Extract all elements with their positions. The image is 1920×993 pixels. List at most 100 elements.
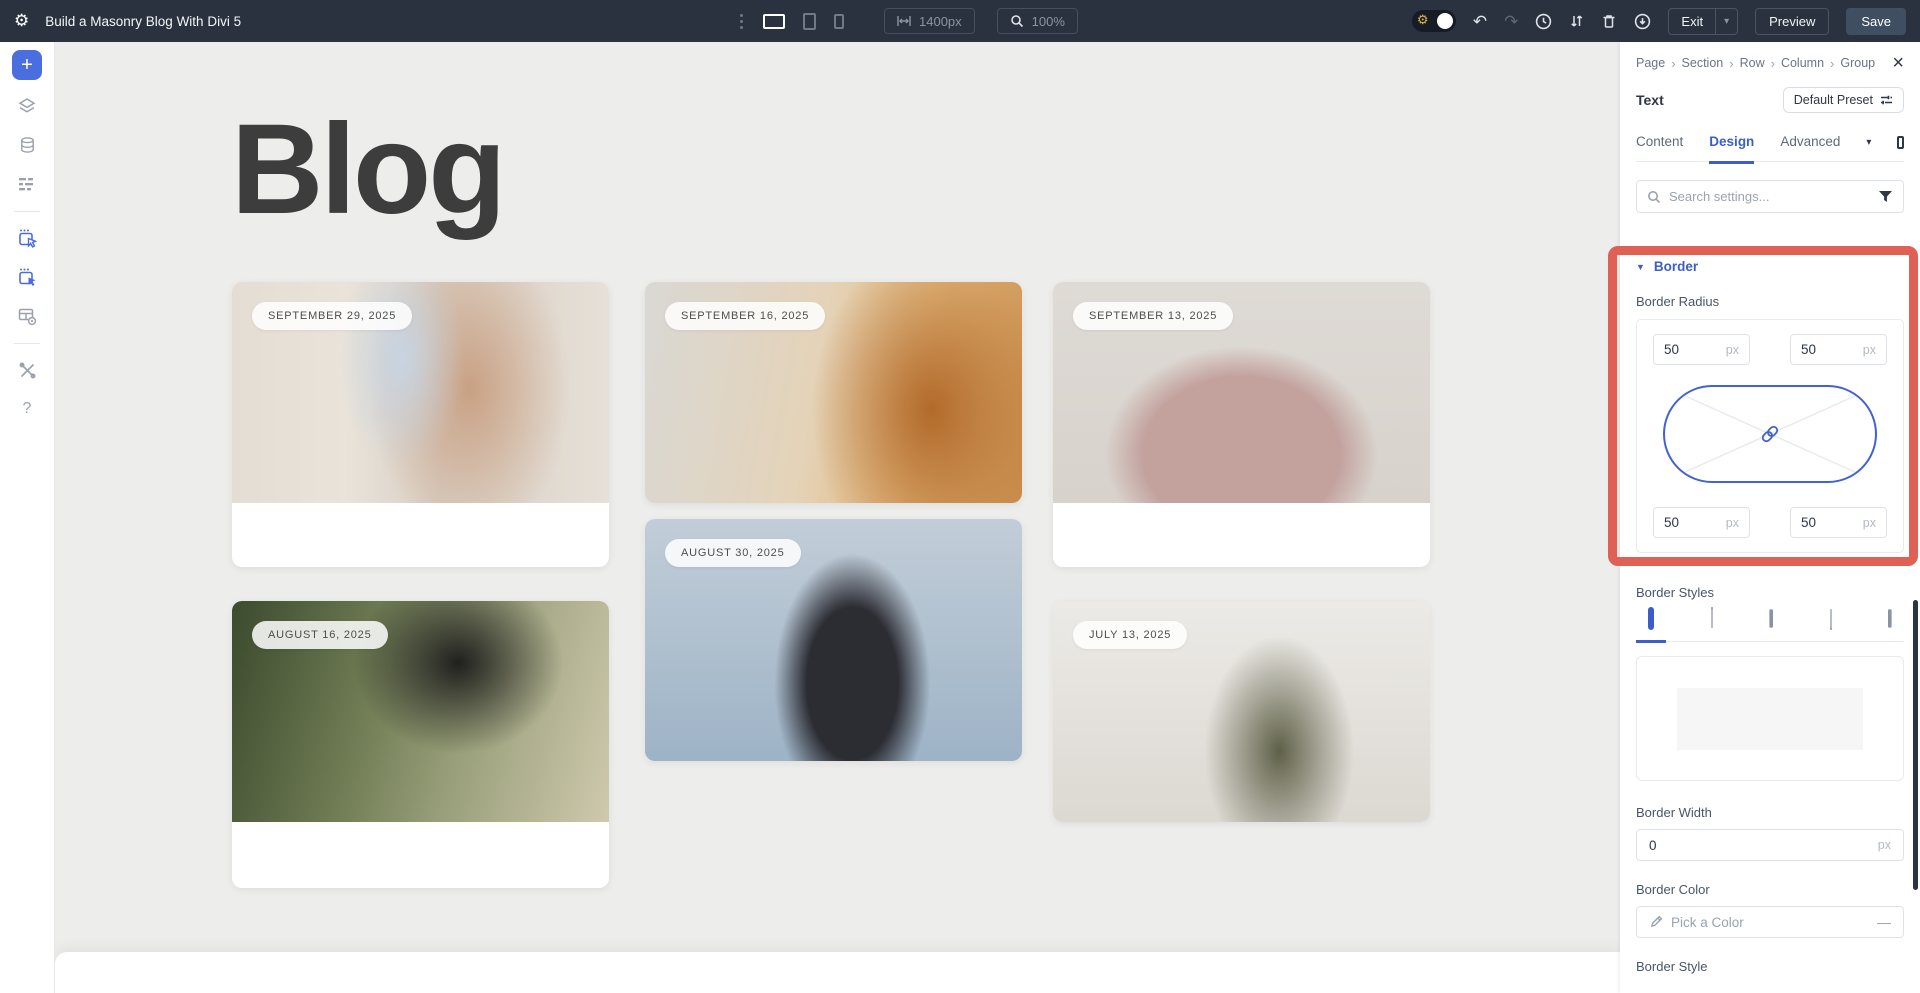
post-image: JULY 13, 2025	[1053, 601, 1430, 822]
preset-sliders-icon	[1880, 94, 1893, 106]
border-preview-swatch	[1677, 688, 1863, 750]
page-title: Build a Masonry Blog With Divi 5	[45, 14, 241, 29]
add-module-button[interactable]: +	[12, 50, 42, 80]
radius-bottom-left-input[interactable]	[1664, 515, 1704, 530]
tablet-view-icon[interactable]	[803, 13, 816, 30]
radius-top-left-field[interactable]: px	[1653, 334, 1750, 365]
post-image: SEPTEMBER 13, 2025	[1053, 282, 1430, 503]
search-input[interactable]	[1669, 189, 1870, 204]
radius-top-right-input[interactable]	[1801, 342, 1841, 357]
click-select-module-icon[interactable]	[12, 264, 42, 290]
radius-bottom-right-input[interactable]	[1801, 515, 1841, 530]
border-width-label: Border Width	[1636, 805, 1904, 820]
breadcrumb-page[interactable]: Page	[1636, 56, 1665, 70]
border-color-input[interactable]	[1671, 915, 1869, 930]
phone-view-icon[interactable]	[834, 14, 844, 29]
border-radius-label: Border Radius	[1636, 294, 1904, 309]
border-left-tab[interactable]	[1876, 608, 1904, 640]
divi-builder-app: ⚙ Build a Masonry Blog With Divi 5 1400p…	[0, 0, 1920, 993]
unit-label: px	[1726, 343, 1739, 357]
element-header: Text Default Preset	[1636, 86, 1904, 114]
topbar-right: ⚙ ↶ ↷ Exit ▾ Preview Save	[1412, 8, 1920, 35]
toggle-knob	[1437, 13, 1453, 29]
trash-icon[interactable]	[1601, 13, 1617, 30]
hover-select-module-icon[interactable]	[12, 225, 42, 251]
database-icon[interactable]	[12, 132, 42, 158]
border-bottom-icon	[1830, 609, 1832, 630]
post-date-badge: AUGUST 16, 2025	[252, 621, 388, 649]
post-date-badge: SEPTEMBER 13, 2025	[1073, 302, 1233, 330]
undo-icon[interactable]: ↶	[1473, 13, 1487, 30]
border-styles-label: Border Styles	[1636, 585, 1904, 600]
border-preview-box	[1636, 656, 1904, 781]
toggle-gear-icon: ⚙	[1417, 12, 1429, 28]
post-image: SEPTEMBER 29, 2025	[232, 282, 609, 503]
blog-card[interactable]: AUGUST 16, 2025	[232, 601, 609, 888]
help-icon[interactable]: ?	[12, 396, 42, 422]
page-settings-gear-icon[interactable]: ⚙	[14, 11, 29, 31]
breadcrumb-group[interactable]: Group	[1840, 56, 1875, 70]
blog-card[interactable]: SEPTEMBER 29, 2025	[232, 282, 609, 567]
blog-card[interactable]: SEPTEMBER 16, 2025	[645, 282, 1022, 503]
history-clock-icon[interactable]	[1535, 13, 1552, 30]
preview-button[interactable]: Preview	[1755, 8, 1829, 35]
border-top-tab[interactable]	[1699, 608, 1725, 640]
tools-wrench-icon[interactable]	[12, 357, 42, 383]
border-right-tab[interactable]	[1757, 608, 1785, 640]
breadcrumb-column[interactable]: Column	[1781, 56, 1824, 70]
tab-design[interactable]: Design	[1709, 124, 1754, 164]
unit-label: px	[1726, 516, 1739, 530]
portability-icon[interactable]	[1634, 13, 1651, 30]
breadcrumb-section[interactable]: Section	[1682, 56, 1724, 70]
breadcrumb-separator: ›	[1729, 56, 1733, 71]
tab-content[interactable]: Content	[1636, 124, 1683, 161]
blog-card[interactable]: AUGUST 30, 2025	[645, 519, 1022, 761]
default-preset-button[interactable]: Default Preset	[1783, 87, 1904, 113]
zoom-magnifier-icon	[1010, 14, 1024, 28]
canvas-width-control[interactable]: 1400px	[884, 8, 975, 34]
more-views-icon[interactable]	[740, 14, 743, 29]
blog-page-heading[interactable]: Blog	[231, 96, 503, 243]
builder-mode-toggle[interactable]: ⚙	[1412, 10, 1456, 32]
redo-icon[interactable]: ↷	[1504, 13, 1518, 30]
tab-advanced[interactable]: Advanced	[1780, 124, 1840, 161]
sort-arrows-icon[interactable]	[1569, 13, 1584, 29]
exit-dropdown-caret-icon[interactable]: ▾	[1715, 9, 1737, 34]
link-values-icon[interactable]	[1759, 423, 1781, 445]
canvas-zoom-control[interactable]: 100%	[997, 8, 1078, 34]
save-button[interactable]: Save	[1846, 8, 1906, 35]
wireframe-list-icon[interactable]	[12, 171, 42, 197]
radius-top-right-field[interactable]: px	[1790, 334, 1887, 365]
canvas-width-value: 1400px	[919, 14, 962, 29]
tabs-caret-down-icon[interactable]: ▾	[1866, 137, 1871, 148]
blog-card[interactable]: SEPTEMBER 13, 2025	[1053, 282, 1430, 567]
post-image: AUGUST 30, 2025	[645, 519, 1022, 761]
breadcrumb: Page › Section › Row › Column › Group ×	[1636, 54, 1904, 72]
border-top-icon	[1711, 607, 1713, 628]
blog-card[interactable]: JULY 13, 2025	[1053, 601, 1430, 822]
breadcrumb-separator: ›	[1771, 56, 1775, 71]
panel-scrollbar[interactable]	[1913, 600, 1918, 890]
radius-bottom-right-field[interactable]: px	[1790, 507, 1887, 538]
border-all-sides-tab[interactable]	[1636, 608, 1666, 643]
exit-button[interactable]: Exit	[1669, 14, 1715, 29]
breadcrumb-row[interactable]: Row	[1740, 56, 1765, 70]
desktop-view-icon[interactable]	[763, 14, 785, 29]
border-bottom-tab[interactable]	[1818, 608, 1844, 640]
border-section-header[interactable]: ▼ Border	[1636, 259, 1904, 274]
border-width-field[interactable]: px	[1636, 829, 1904, 861]
layout-settings-icon[interactable]	[12, 303, 42, 329]
desktop-indicator-icon[interactable]	[1897, 136, 1904, 149]
close-icon[interactable]: ×	[1892, 53, 1904, 73]
filter-funnel-icon[interactable]	[1878, 190, 1893, 203]
layers-icon[interactable]	[12, 93, 42, 119]
radius-top-left-input[interactable]	[1664, 342, 1704, 357]
next-page-section	[55, 952, 1620, 993]
exit-split-button: Exit ▾	[1668, 8, 1738, 35]
border-width-input[interactable]	[1649, 838, 1878, 853]
settings-tabs: Content Design Advanced ▾	[1636, 124, 1904, 162]
unit-label: px	[1878, 838, 1891, 852]
post-date-badge: SEPTEMBER 29, 2025	[252, 302, 412, 330]
border-color-field[interactable]: —	[1636, 906, 1904, 938]
radius-bottom-left-field[interactable]: px	[1653, 507, 1750, 538]
